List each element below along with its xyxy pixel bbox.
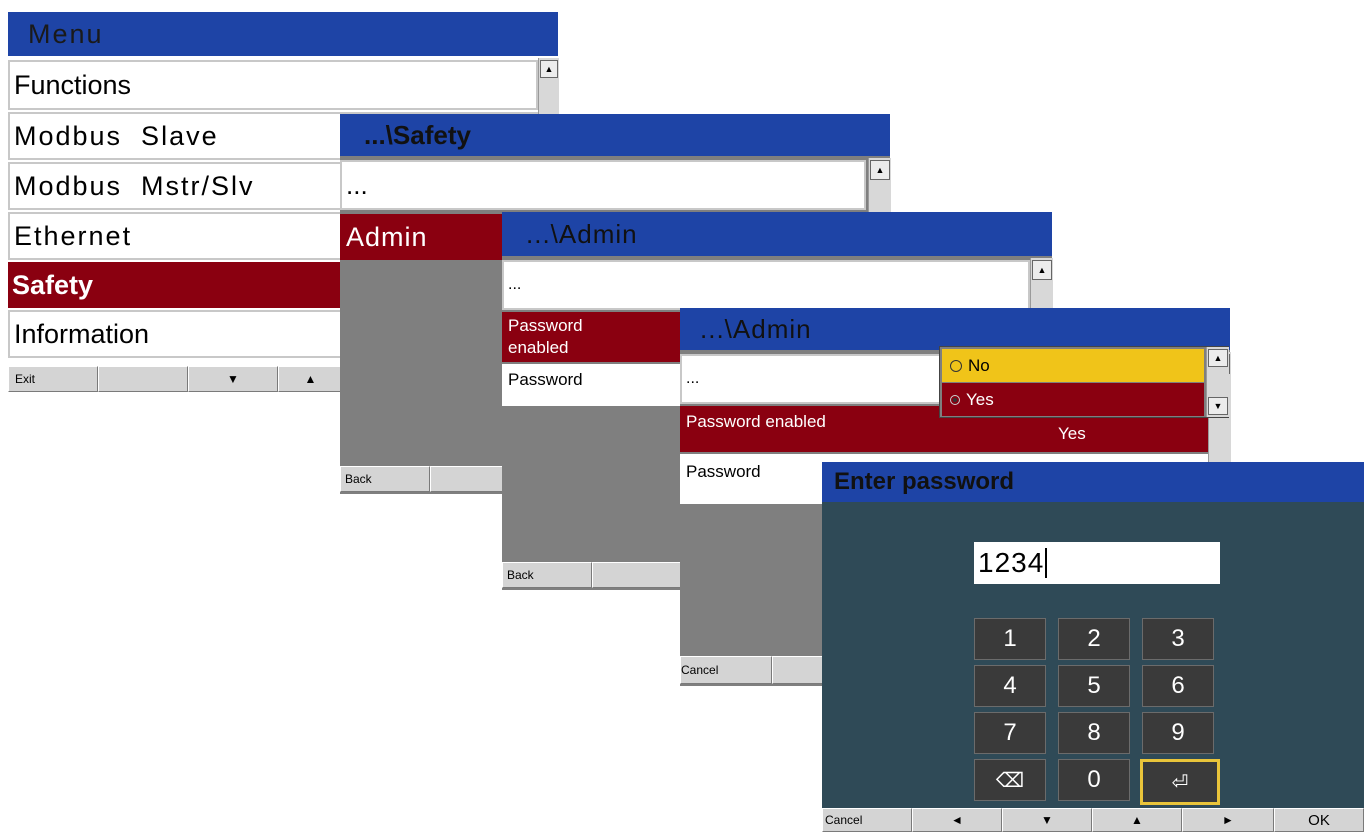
- left-button[interactable]: ◄: [912, 808, 1002, 832]
- admin-item-label: Password: [508, 370, 583, 389]
- key-2[interactable]: 2: [1058, 618, 1130, 660]
- backspace-key[interactable]: ⌫: [974, 759, 1046, 801]
- admin-titlebar: ...\Admin: [502, 212, 1052, 256]
- right-arrow-icon: ►: [1222, 813, 1234, 827]
- scroll-down-icon[interactable]: ▼: [1208, 397, 1228, 415]
- softkey-2[interactable]: [592, 562, 682, 588]
- key-6[interactable]: 6: [1142, 665, 1214, 707]
- dropdown-option-yes[interactable]: Yes: [942, 383, 1204, 416]
- scroll-up-icon[interactable]: ▲: [1032, 260, 1052, 280]
- up-button[interactable]: ▲: [1092, 808, 1182, 832]
- menu-item-label: Functions: [14, 69, 132, 100]
- password-softkeys: Cancel ◄ ▼ ▲ ► OK: [822, 808, 1364, 832]
- key-1[interactable]: 1: [974, 618, 1046, 660]
- key-8[interactable]: 8: [1058, 712, 1130, 754]
- key-9[interactable]: 9: [1142, 712, 1214, 754]
- admin-item-label: Password enabled: [508, 316, 583, 357]
- dropdown-scrollbar[interactable]: ▲ ▼: [1206, 347, 1229, 417]
- admin-edit-titlebar: ...\Admin: [680, 308, 1230, 350]
- menu-item-label: Modbus Slave: [14, 120, 219, 151]
- up-arrow-icon: ▲: [304, 372, 317, 386]
- key-3[interactable]: 3: [1142, 618, 1214, 660]
- key-label: 3: [1171, 625, 1185, 652]
- key-label: 7: [1003, 719, 1017, 746]
- password-label: Password: [686, 462, 761, 481]
- exit-label: Exit: [15, 372, 36, 386]
- cancel-button[interactable]: Cancel: [822, 808, 912, 832]
- password-title: Enter password: [834, 468, 1015, 495]
- enter-icon: ⏎: [1171, 771, 1189, 794]
- up-button[interactable]: ▲: [278, 366, 343, 392]
- scroll-up-icon[interactable]: ▲: [870, 160, 890, 180]
- key-label: 9: [1171, 719, 1185, 746]
- back-label: Back: [507, 568, 534, 582]
- radio-selected-icon: [950, 394, 960, 405]
- text-cursor: [1045, 548, 1048, 578]
- up-arrow-icon: ▲: [1131, 813, 1143, 827]
- down-arrow-icon: ▼: [227, 372, 239, 386]
- safety-up-row[interactable]: ...: [340, 160, 866, 210]
- safety-softkeys: Back: [340, 466, 520, 492]
- key-5[interactable]: 5: [1058, 665, 1130, 707]
- admin-edit-title: ...\Admin: [700, 313, 812, 344]
- password-window: Enter password 1234 1 2 3 4 5 6 7 8 9 ⌫ …: [822, 462, 1364, 832]
- admin-softkeys: Back: [502, 562, 682, 588]
- menu-titlebar: Menu: [8, 12, 558, 56]
- cancel-label: Cancel: [825, 813, 863, 827]
- dropdown-option-no[interactable]: No: [942, 349, 1204, 382]
- softkey-2[interactable]: [98, 366, 188, 392]
- admin-title: ...\Admin: [526, 218, 638, 249]
- up-level-label: ...: [508, 276, 522, 293]
- admin-up-row[interactable]: ...: [502, 260, 1030, 310]
- option-label: No: [968, 355, 990, 375]
- safety-titlebar: ...\Safety: [340, 114, 890, 156]
- radio-empty-icon: [950, 359, 962, 372]
- password-enabled-label: Password enabled: [686, 412, 826, 431]
- key-label: 6: [1171, 672, 1185, 699]
- ok-button[interactable]: OK: [1274, 808, 1364, 832]
- cancel-label: Cancel: [681, 663, 719, 677]
- password-input[interactable]: 1234: [974, 542, 1220, 584]
- menu-softkeys: Exit ▼ ▲: [8, 366, 343, 392]
- key-7[interactable]: 7: [974, 712, 1046, 754]
- down-arrow-icon: ▼: [1041, 813, 1053, 827]
- key-label: 5: [1087, 672, 1101, 699]
- key-label: 8: [1087, 719, 1101, 746]
- key-label: 1: [1003, 625, 1017, 652]
- back-button[interactable]: Back: [340, 466, 430, 492]
- key-label: 2: [1087, 625, 1101, 652]
- left-arrow-icon: ◄: [951, 813, 963, 827]
- key-label: 0: [1087, 766, 1101, 793]
- menu-item-label: Modbus Mstr/Slv: [14, 170, 255, 201]
- scroll-up-icon[interactable]: ▲: [540, 60, 558, 78]
- enter-key[interactable]: ⏎: [1140, 759, 1220, 805]
- menu-item-label: Information: [14, 318, 150, 349]
- back-button[interactable]: Back: [502, 562, 592, 588]
- password-value: 1234: [978, 547, 1045, 578]
- key-4[interactable]: 4: [974, 665, 1046, 707]
- exit-button[interactable]: Exit: [8, 366, 98, 392]
- key-label: 4: [1003, 672, 1017, 699]
- menu-item-label: Ethernet: [14, 220, 133, 251]
- menu-item-label: Safety: [12, 269, 94, 300]
- back-label: Back: [345, 472, 372, 486]
- ok-label: OK: [1308, 811, 1330, 829]
- right-button[interactable]: ►: [1182, 808, 1274, 832]
- backspace-icon: ⌫: [995, 769, 1025, 792]
- up-level-label: ...: [686, 370, 700, 387]
- up-level-label: ...: [346, 169, 368, 200]
- scroll-up-icon[interactable]: ▲: [1208, 349, 1228, 367]
- safety-title: ...\Safety: [364, 119, 471, 150]
- key-0[interactable]: 0: [1058, 759, 1130, 801]
- password-titlebar: Enter password: [822, 462, 1364, 502]
- down-button[interactable]: ▼: [1002, 808, 1092, 832]
- yes-no-dropdown: No Yes ▲ ▼: [939, 346, 1229, 418]
- option-label: Yes: [966, 389, 994, 409]
- password-enabled-value: Yes: [1058, 424, 1086, 443]
- safety-item-label: Admin: [346, 221, 428, 252]
- menu-title: Menu: [28, 18, 104, 49]
- menu-item-functions[interactable]: Functions: [8, 60, 538, 110]
- cancel-button[interactable]: Cancel: [680, 656, 772, 684]
- down-button[interactable]: ▼: [188, 366, 278, 392]
